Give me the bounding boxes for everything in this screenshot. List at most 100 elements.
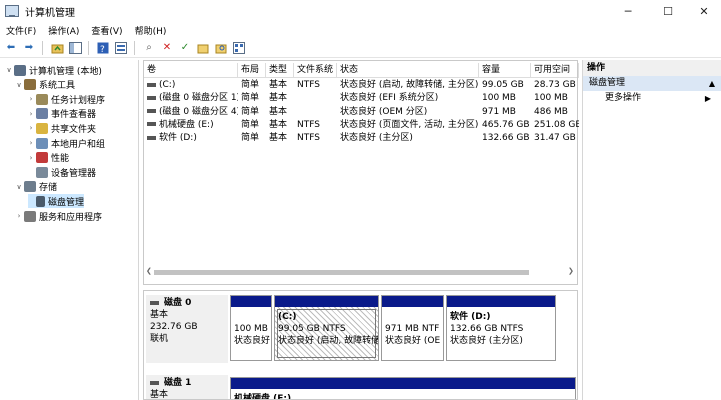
tree-item-label: 磁盘管理 <box>47 197 84 208</box>
tree-item[interactable]: ∨ 计算机管理 (本地) <box>4 63 102 77</box>
collapse-arrow-icon[interactable]: › <box>14 212 24 220</box>
volume-cell: (磁盘 0 磁盘分区 4) <box>144 106 238 119</box>
shared-folders-icon <box>36 122 48 134</box>
tree-item-label: 事件查看器 <box>51 110 97 121</box>
tree-item[interactable]: › 服务和应用程序 <box>14 209 102 223</box>
volume-icon <box>147 135 156 140</box>
minimize-button[interactable]: ─ <box>608 0 648 22</box>
new-folder-icon[interactable] <box>196 41 210 55</box>
volume-row[interactable]: 软件 (D:) 简单 基本 NTFS 状态良好 (主分区) 132.66 GB 31.47 … <box>144 132 577 145</box>
more-actions-label: 更多操作 <box>605 93 642 103</box>
volume-cell: NTFS <box>297 119 320 130</box>
tree-item[interactable]: 磁盘管理 <box>28 194 84 209</box>
tree-item[interactable]: › 任务计划程序 <box>26 92 105 106</box>
tree-item[interactable]: 设备管理器 <box>26 165 96 179</box>
volume-icon <box>147 82 156 87</box>
partition-e[interactable]: 机械硬盘 (E:) <box>230 377 576 400</box>
collapse-arrow-icon[interactable]: › <box>26 110 36 118</box>
column-header[interactable]: 文件系统 <box>294 63 337 78</box>
expand-arrow-icon[interactable]: ∨ <box>14 183 24 191</box>
partition-bar <box>447 296 555 307</box>
volume-cell: 状态良好 (EFI 系统分区) <box>340 93 439 104</box>
tree-item-label: 服务和应用程序 <box>39 212 103 223</box>
menu-file[interactable]: 文件(F) <box>0 24 42 37</box>
disk-1-label[interactable]: 磁盘 1 基本 <box>146 375 228 399</box>
volume-cell: 机械硬盘 (E:) <box>144 119 238 132</box>
volume-row[interactable]: (磁盘 0 磁盘分区 1) 简单 基本 状态良好 (EFI 系统分区) 100 MB 10… <box>144 92 577 105</box>
up-folder-icon[interactable] <box>50 41 64 55</box>
expand-arrow-icon[interactable]: ∨ <box>14 81 24 89</box>
menu-help[interactable]: 帮助(H) <box>129 24 173 37</box>
close-button[interactable]: ✕ <box>684 0 721 22</box>
properties-icon[interactable] <box>114 41 128 55</box>
search-folder-icon[interactable] <box>214 41 228 55</box>
tree-item[interactable]: › 共享文件夹 <box>26 121 96 135</box>
volume-row[interactable]: (C:) 简单 基本 NTFS 状态良好 (启动, 故障转储, 主分区) 99.05 GB… <box>144 79 577 92</box>
disk-management-icon <box>35 195 45 207</box>
column-header[interactable]: 布局 <box>238 63 266 78</box>
tree-item[interactable]: › 性能 <box>26 151 69 165</box>
volume-row[interactable]: (磁盘 0 磁盘分区 4) 简单 基本 状态良好 (OEM 分区) 971 MB 486 … <box>144 106 577 119</box>
computer-management-icon <box>14 64 26 76</box>
tree-item[interactable]: › 事件查看器 <box>26 107 96 121</box>
partition-block[interactable]: (C:) 99.05 GB NTFS 状态良好 (启动, 故障转储 <box>274 295 379 361</box>
forward-icon[interactable]: ➡ <box>22 41 36 55</box>
disk-icon <box>150 300 159 305</box>
volume-name: 软件 (D:) <box>159 133 197 144</box>
menu-action[interactable]: 操作(A) <box>42 24 85 37</box>
tree-item-label: 计算机管理 (本地) <box>29 66 102 77</box>
volume-row[interactable]: 机械硬盘 (E:) 简单 基本 NTFS 状态良好 (页面文件, 活动, 主分区) 465… <box>144 119 579 132</box>
volume-cell: 简单 <box>241 106 260 117</box>
horizontal-scrollbar[interactable]: ❮ ❯ <box>144 267 577 278</box>
connect-icon[interactable]: ⌕ <box>142 41 156 55</box>
column-header[interactable]: 卷 <box>144 63 238 78</box>
scroll-left-icon[interactable]: ❮ <box>146 267 152 275</box>
partition-block[interactable]: 971 MB NTF 状态良好 (OE <box>381 295 444 361</box>
collapse-arrow-icon[interactable]: › <box>26 139 36 147</box>
svg-text:?: ? <box>100 45 105 54</box>
volume-cell: 486 MB <box>534 106 568 117</box>
more-actions[interactable]: 更多操作 ▶ <box>583 91 721 106</box>
actions-section-disk-management[interactable]: 磁盘管理 ▲ <box>583 76 721 91</box>
partition-block[interactable]: 100 MB 状态良好 <box>230 295 272 361</box>
disk-name: 磁盘 1 <box>164 378 192 388</box>
volume-cell: 132.66 GB <box>482 133 530 144</box>
help-icon[interactable]: ? <box>96 41 110 55</box>
collapse-arrow-icon[interactable]: › <box>26 124 36 132</box>
volume-cell: 状态良好 (主分区) <box>340 133 413 144</box>
tree-item[interactable]: ∨ 存储 <box>14 180 57 194</box>
volume-list-header: 卷布局 类型 文件系统 状态 容量 可用空间 <box>144 63 579 78</box>
volume-name: 机械硬盘 (E:) <box>159 119 214 130</box>
volume-name: (磁盘 0 磁盘分区 4) <box>159 106 238 117</box>
collapse-arrow-icon[interactable]: › <box>26 154 36 162</box>
menu-view[interactable]: 查看(V) <box>85 24 128 37</box>
view-options-icon[interactable] <box>232 41 246 55</box>
column-header[interactable]: 容量 <box>479 63 531 78</box>
collapse-icon[interactable]: ▲ <box>709 76 715 91</box>
volume-cell: (磁盘 0 磁盘分区 1) <box>144 92 238 105</box>
volume-list: 卷布局 类型 文件系统 状态 容量 可用空间 (C:) 简单 基本 NTFS 状态良好 (启动, … <box>143 60 579 285</box>
column-header[interactable]: 可用空间 <box>531 63 579 78</box>
collapse-arrow-icon[interactable]: › <box>26 95 36 103</box>
tree-item[interactable]: ∨ 系统工具 <box>14 78 75 92</box>
maximize-button[interactable]: ☐ <box>648 0 688 22</box>
column-header[interactable]: 状态 <box>337 63 479 78</box>
check-icon[interactable]: ✓ <box>178 41 192 55</box>
scroll-right-icon[interactable]: ❯ <box>568 267 574 275</box>
disk-0-label[interactable]: 磁盘 0 基本 232.76 GB 联机 <box>146 295 228 363</box>
show-hide-console-tree-icon[interactable] <box>68 41 82 55</box>
back-icon[interactable]: ⬅ <box>4 41 18 55</box>
volume-cell: 基本 <box>269 80 288 90</box>
delete-icon[interactable]: ✕ <box>160 41 174 55</box>
tree-item[interactable]: › 本地用户和组 <box>26 136 105 150</box>
volume-cell: 465.76 GB <box>482 119 530 130</box>
disk-type: 基本 <box>150 310 169 320</box>
toolbar-divider <box>42 40 43 55</box>
partition-title: 机械硬盘 (E:) <box>234 394 292 400</box>
partition-block[interactable]: 软件 (D:) 132.66 GB NTFS 状态良好 (主分区) <box>446 295 556 361</box>
expand-arrow-icon[interactable]: ∨ <box>4 66 14 74</box>
column-header[interactable]: 类型 <box>266 63 294 78</box>
toolbar-divider <box>134 40 135 55</box>
volume-cell <box>294 106 337 119</box>
scroll-thumb[interactable] <box>154 270 529 275</box>
